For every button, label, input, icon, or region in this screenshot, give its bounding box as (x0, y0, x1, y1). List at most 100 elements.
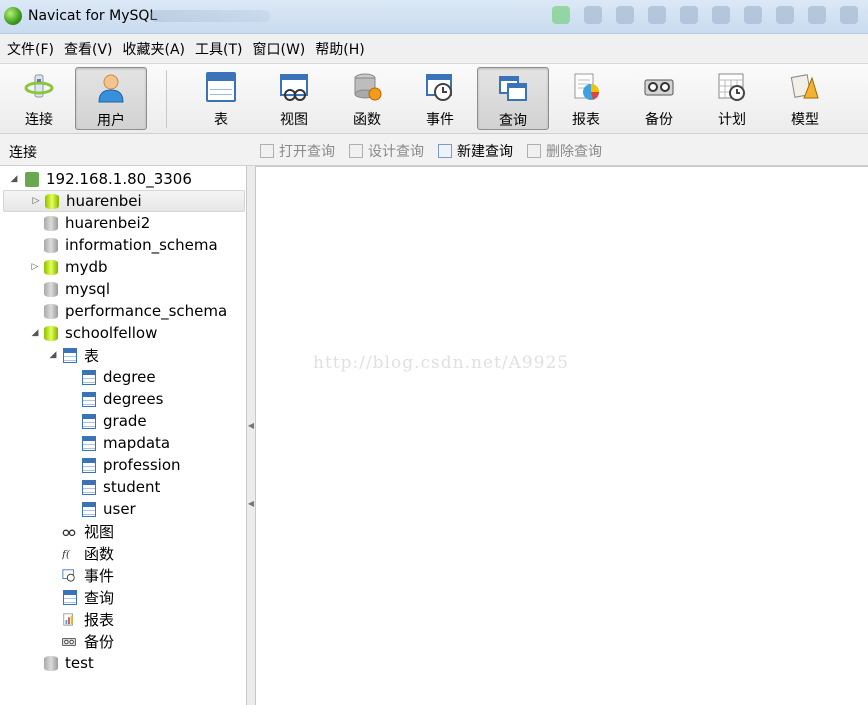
dropdown-icon[interactable] (776, 6, 794, 24)
backup-button[interactable]: 备份 (623, 67, 695, 130)
menu-file[interactable]: 文件(F) (7, 39, 54, 59)
camera-icon[interactable] (680, 6, 698, 24)
tree-db-mydb[interactable]: ▷ mydb (0, 256, 246, 278)
collapse-arrow-icon[interactable]: ◢ (48, 350, 58, 360)
expand-arrow-icon[interactable]: ▷ (31, 196, 41, 206)
connect-button[interactable]: 连接 (3, 67, 75, 130)
database-icon (44, 655, 58, 671)
tree-table-degree[interactable]: degree (0, 366, 246, 388)
table-icon (82, 479, 96, 495)
expand-arrow-icon[interactable]: ▷ (30, 262, 40, 272)
tree-db-mysql[interactable]: mysql (0, 278, 246, 300)
group-label: 备份 (84, 632, 115, 651)
new-query-button[interactable]: 新建查询 (438, 141, 513, 161)
database-icon (44, 237, 58, 253)
collapse-left-icon[interactable]: ◀ (247, 496, 255, 512)
delete-query-button[interactable]: 删除查询 (527, 141, 602, 161)
collapse-arrow-icon[interactable]: ◢ (9, 174, 19, 184)
grid-icon[interactable] (584, 6, 602, 24)
query-button[interactable]: 查询 (477, 67, 549, 130)
group-label: 报表 (84, 610, 115, 629)
refresh-icon[interactable] (616, 6, 634, 24)
tree-db-test[interactable]: test (0, 652, 246, 674)
schedule-button[interactable]: 计划 (696, 67, 768, 130)
group-label: 表 (84, 346, 100, 365)
menu-icon[interactable] (840, 6, 858, 24)
tree-db-performance-schema[interactable]: performance_schema (0, 300, 246, 322)
title-blur (150, 10, 270, 22)
tree-db-huarenbei[interactable]: ▷ huarenbei (3, 190, 245, 212)
tree-group-views[interactable]: 视图 (0, 520, 246, 542)
tree-table-grade[interactable]: grade (0, 410, 246, 432)
new-query-icon (438, 144, 452, 158)
tree-db-schoolfellow[interactable]: ◢ schoolfellow (0, 322, 246, 344)
tree-db-huarenbei2[interactable]: huarenbei2 (0, 212, 246, 234)
star-icon[interactable] (712, 6, 730, 24)
table-icon (82, 413, 96, 429)
table-name: profession (103, 456, 181, 474)
open-query-icon (260, 144, 274, 158)
titlebar-icons (552, 6, 858, 24)
tree-table-student[interactable]: student (0, 476, 246, 498)
delete-query-label: 删除查询 (546, 144, 602, 160)
table-name: grade (103, 412, 147, 430)
tree-group-events[interactable]: 事件 (0, 564, 246, 586)
panel-splitter[interactable]: ◀ ◀ (247, 166, 256, 705)
design-query-icon (349, 144, 363, 158)
tree-group-reports[interactable]: 报表 (0, 608, 246, 630)
window-icon[interactable] (808, 6, 826, 24)
function-button[interactable]: 函数 (331, 67, 403, 130)
view-button[interactable]: 视图 (258, 67, 330, 130)
backup-icon (644, 79, 674, 96)
backup-icon (62, 637, 76, 646)
shield-icon[interactable] (552, 6, 570, 24)
menu-help[interactable]: 帮助(H) (315, 39, 364, 59)
tree-group-functions[interactable]: f( 函数 (0, 542, 246, 564)
collapse-left-icon[interactable]: ◀ (247, 418, 255, 434)
tree-group-tables[interactable]: ◢ 表 (0, 344, 246, 366)
collapse-arrow-icon[interactable]: ◢ (30, 328, 40, 338)
tree-table-mapdata[interactable]: mapdata (0, 432, 246, 454)
table-name: mapdata (103, 434, 171, 452)
table-button[interactable]: 表 (185, 67, 257, 130)
menu-favorites[interactable]: 收藏夹(A) (123, 39, 186, 59)
report-label: 报表 (572, 112, 600, 128)
menu-view[interactable]: 查看(V) (64, 39, 113, 59)
group-label: 函数 (84, 544, 115, 563)
event-button[interactable]: 事件 (404, 67, 476, 130)
function-icon (354, 73, 382, 101)
tree-db-information-schema[interactable]: information_schema (0, 234, 246, 256)
tree-table-user[interactable]: user (0, 498, 246, 520)
open-query-button[interactable]: 打开查询 (260, 141, 335, 161)
model-button[interactable]: 模型 (769, 67, 841, 130)
group-label: 视图 (84, 522, 115, 541)
tree-server[interactable]: ◢ 192.168.1.80_3306 (0, 168, 246, 190)
server-icon (25, 171, 39, 187)
design-query-button[interactable]: 设计查询 (349, 141, 424, 161)
group-label: 事件 (84, 566, 115, 585)
database-icon (44, 281, 58, 297)
undo-icon[interactable] (744, 6, 762, 24)
user-icon (98, 74, 124, 103)
event-icon (62, 568, 75, 582)
tree-group-queries[interactable]: 查询 (0, 586, 246, 608)
report-button[interactable]: 报表 (550, 67, 622, 130)
tree-table-degrees[interactable]: degrees (0, 388, 246, 410)
database-icon (44, 215, 58, 231)
table-name: degree (103, 368, 156, 386)
title-bar: Navicat for MySQL (0, 0, 868, 34)
report-icon (63, 612, 73, 626)
user-button[interactable]: 用户 (75, 67, 147, 130)
query-icon (63, 589, 77, 605)
db-name: schoolfellow (65, 324, 158, 342)
menu-window[interactable]: 窗口(W) (253, 39, 306, 59)
db-name: mysql (65, 280, 110, 298)
object-list-area[interactable]: http://blog.csdn.net/A9925 (256, 166, 868, 705)
menu-tools[interactable]: 工具(T) (195, 39, 242, 59)
db-name: huarenbei2 (65, 214, 151, 232)
tree-group-backups[interactable]: 备份 (0, 630, 246, 652)
connect-label: 连接 (25, 112, 53, 128)
table-icon (82, 391, 96, 407)
tree-table-profession[interactable]: profession (0, 454, 246, 476)
home-icon[interactable] (648, 6, 666, 24)
